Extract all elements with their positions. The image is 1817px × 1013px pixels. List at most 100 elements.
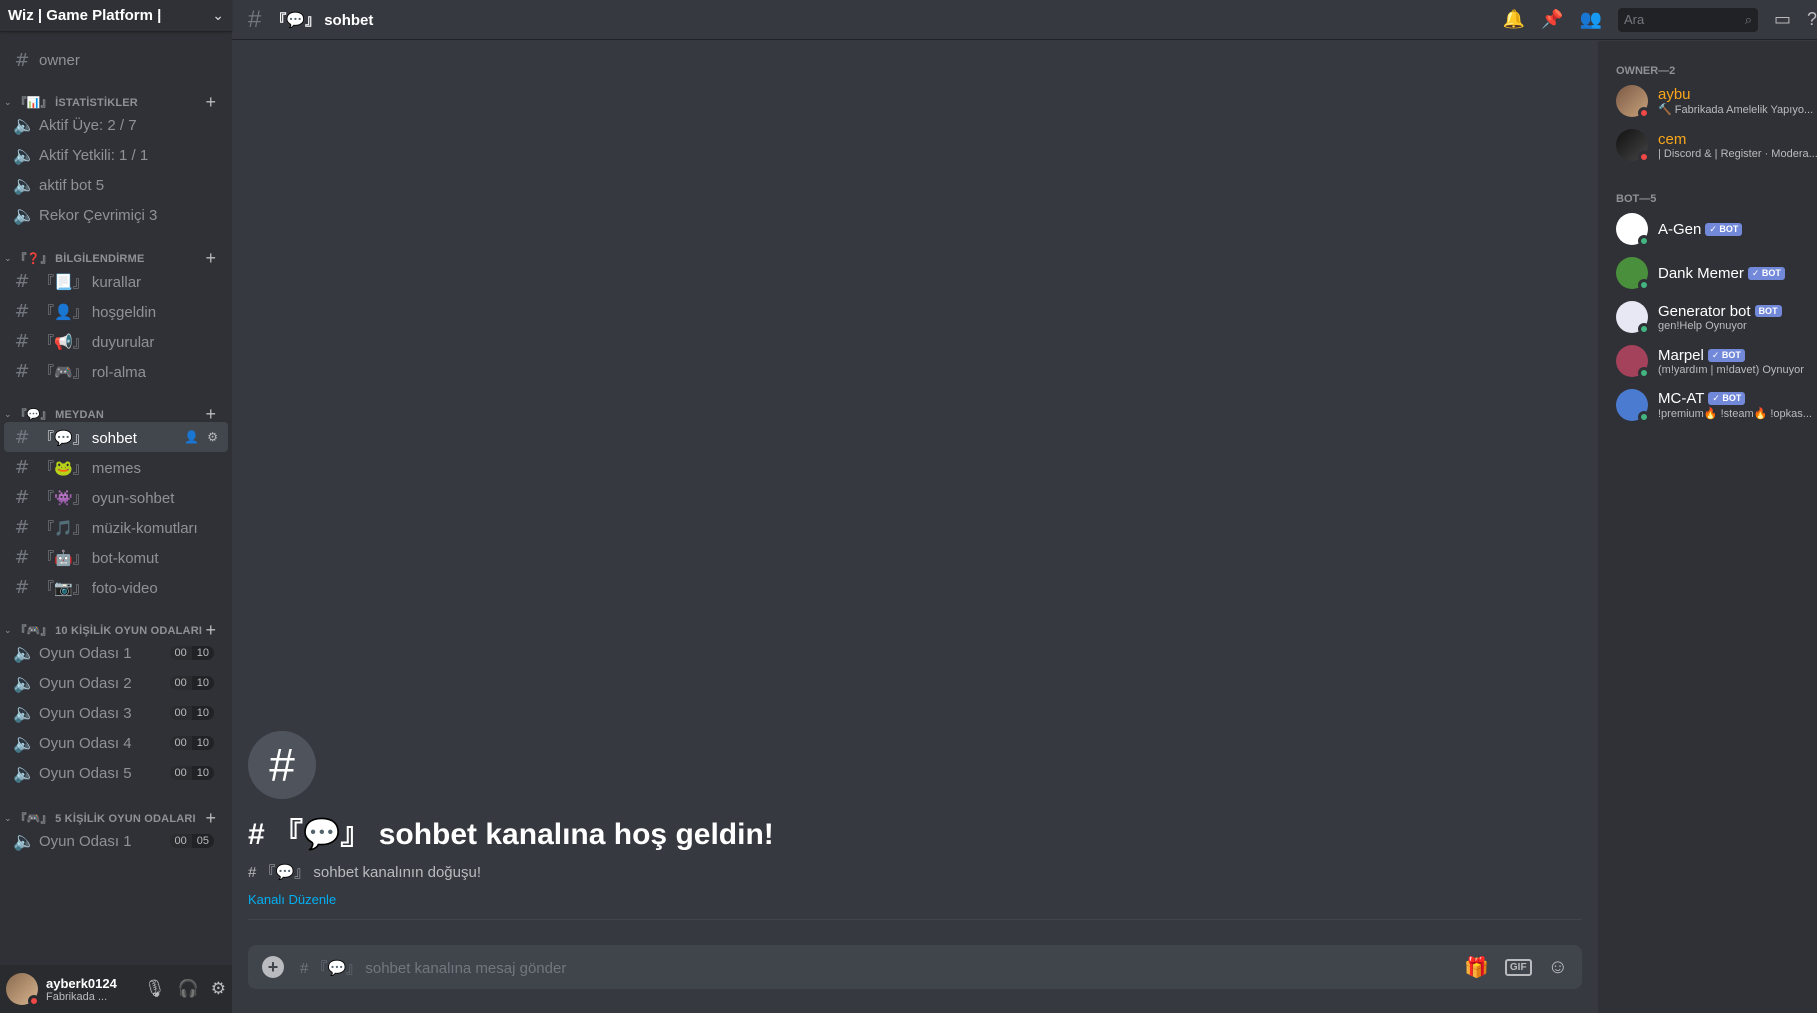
search-input[interactable]: Ara ⌕ <box>1617 7 1758 32</box>
members-icon[interactable]: 👥 <box>1580 9 1602 30</box>
voice-channel[interactable]: 🔈 Aktif Yetkili: 1 / 1 <box>4 140 228 170</box>
hashtag-icon: # <box>14 546 30 568</box>
status-online-icon <box>1638 323 1650 335</box>
hashtag-icon: # <box>14 330 30 352</box>
user-count: 00 <box>169 736 192 750</box>
avatar[interactable] <box>6 973 40 1007</box>
user-count: 00 <box>169 834 192 848</box>
user-count: 00 <box>169 706 192 720</box>
text-channel[interactable]: # 『🤖』 bot-komut <box>4 542 228 572</box>
voice-channel[interactable]: 🔈 Aktif Üye: 2 / 7 <box>4 110 228 140</box>
user-count: 00 <box>169 766 192 780</box>
channel-label: Oyun Odası 1 <box>39 832 132 850</box>
avatar <box>1616 129 1650 163</box>
channel-label: 『📷』 foto-video <box>39 579 158 597</box>
hashtag-icon: # <box>14 486 30 508</box>
gear-icon[interactable]: ⚙ <box>211 979 226 999</box>
member-activity: | Discord & | Register · Modera... <box>1658 147 1817 160</box>
voice-channel[interactable]: 🔈 Oyun Odası 2 00 10 <box>4 668 228 698</box>
voice-channel[interactable]: 🔈 Oyun Odası 1 00 10 <box>4 638 228 668</box>
caret-icon: ⌄ <box>4 408 12 419</box>
channel-label: Oyun Odası 5 <box>39 764 132 782</box>
caret-icon: ⌄ <box>4 624 12 635</box>
headphones-icon[interactable]: 🎧 <box>178 979 199 999</box>
member-list: OWNER—2 aybu 🔨 Fabrikada Amelelik Yapıyo.… <box>1598 41 1817 1013</box>
user-limit-badge: 00 10 <box>169 646 214 660</box>
text-channel[interactable]: # 『🎵』 müzik-komutları <box>4 512 228 542</box>
user-limit: 10 <box>191 676 214 690</box>
role-header-bot: BOT—5 <box>1616 193 1657 205</box>
channel-label: owner <box>39 51 80 69</box>
message-composer[interactable]: + # 『💬』 sohbet kanalına mesaj gönder 🎁 G… <box>248 945 1582 989</box>
edit-channel-link[interactable]: Kanalı Düzenle <box>248 892 336 907</box>
text-channel[interactable]: # 『📢』 duyurular <box>4 326 228 356</box>
member-activity: 🔨 Fabrikada Amelelik Yapıyo... <box>1658 104 1814 116</box>
member-item[interactable]: Marpel ✓ BOT (m!yardım | m!davet) Oynuyor <box>1616 341 1817 381</box>
category-10-kisilik[interactable]: ⌄ 『🎮』 10 KİŞİLİK OYUN ODALARI + <box>0 620 232 640</box>
member-item[interactable]: MC-AT ✓ BOT !premium🔥 !steam🔥 !opkas... <box>1616 385 1817 425</box>
channel-label: Oyun Odası 1 <box>39 644 132 662</box>
hashtag-icon: # <box>14 576 30 598</box>
voice-channel[interactable]: 🔈 Oyun Odası 1 00 05 <box>4 826 228 856</box>
text-channel[interactable]: # 『🐸』 memes <box>4 452 228 482</box>
channel-sidebar: Wiz | Game Platform | ⌄ # owner ⌄ 『📊』 İS… <box>0 0 232 1013</box>
inbox-icon[interactable]: ▭ <box>1774 9 1791 30</box>
speaker-icon: 🔈 <box>13 642 36 664</box>
voice-channel[interactable]: 🔈 Oyun Odası 5 00 10 <box>4 758 228 788</box>
avatar <box>1616 213 1650 247</box>
text-channel[interactable]: # 『👾』 oyun-sohbet <box>4 482 228 512</box>
message-input[interactable]: # 『💬』 sohbet kanalına mesaj gönder <box>300 957 1464 978</box>
category-bilgilendirme[interactable]: ⌄ 『❓』 BİLGİLENDİRME + <box>0 248 232 268</box>
gift-icon[interactable]: 🎁 <box>1464 955 1489 980</box>
gear-icon[interactable]: ⚙ <box>207 430 218 444</box>
category-label: 『📊』 İSTATİSTİKLER <box>15 97 138 109</box>
category-5-kisilik[interactable]: ⌄ 『🎮』 5 KİŞİLİK OYUN ODALARI + <box>0 808 232 828</box>
channel-label: Oyun Odası 2 <box>39 674 132 692</box>
channel-label: 『🎵』 müzik-komutları <box>39 519 198 537</box>
member-item[interactable]: A-Gen ✓ BOT <box>1616 209 1817 249</box>
channel-owner[interactable]: # owner <box>4 45 228 75</box>
voice-channel[interactable]: 🔈 Oyun Odası 4 00 10 <box>4 728 228 758</box>
text-channel[interactable]: # 『🎮』 rol-alma <box>4 356 228 386</box>
hashtag-icon: # <box>14 426 30 448</box>
chevron-down-icon[interactable]: ⌄ <box>212 7 224 24</box>
invite-icon[interactable]: 👤 <box>184 430 199 444</box>
pin-icon[interactable]: 📌 <box>1541 9 1563 30</box>
speaker-icon: 🔈 <box>13 762 36 784</box>
category-label: 『🎮』 10 KİŞİLİK OYUN ODALARI <box>15 625 203 637</box>
user-count: 00 <box>169 676 192 690</box>
text-channel[interactable]: # 『👤』 hoşgeldin <box>4 296 228 326</box>
member-item[interactable]: aybu 🔨 Fabrikada Amelelik Yapıyo... <box>1616 81 1817 121</box>
search-icon: ⌕ <box>1744 11 1752 27</box>
bot-badge: ✓ BOT <box>1747 266 1785 280</box>
text-channel[interactable]: # 『📷』 foto-video <box>4 572 228 602</box>
user-limit: 05 <box>191 834 214 848</box>
help-icon[interactable]: ? <box>1807 9 1817 30</box>
status-online-icon <box>1638 411 1650 423</box>
member-activity: !premium🔥 !steam🔥 !opkas... <box>1658 408 1812 420</box>
gif-button[interactable]: GIF <box>1504 958 1532 976</box>
member-item[interactable]: Generator bot BOT gen!Help Oynuyor <box>1616 297 1817 337</box>
category-meydan[interactable]: ⌄ 『💬』 MEYDAN + <box>0 404 232 424</box>
channel-label: 『🐸』 memes <box>39 459 142 477</box>
voice-channel[interactable]: 🔈 Rekor Çevrimiçi 3 <box>4 200 228 230</box>
channel-label: Rekor Çevrimiçi 3 <box>39 206 158 224</box>
bot-badge: BOT <box>1754 305 1782 317</box>
status-dnd-icon <box>28 995 40 1007</box>
channel-welcome: # # 『💬』 sohbet kanalına hoş geldin! # 『💬… <box>248 731 774 909</box>
text-channel[interactable]: # 『📃』 kurallar <box>4 266 228 296</box>
category-istatistikler[interactable]: ⌄ 『📊』 İSTATİSTİKLER + <box>0 92 232 112</box>
voice-channel[interactable]: 🔈 aktif bot 5 <box>4 170 228 200</box>
add-attachment-icon[interactable]: + <box>262 956 284 978</box>
member-item[interactable]: cem | Discord & | Register · Modera... <box>1616 125 1817 165</box>
bell-icon[interactable]: 🔔 <box>1503 9 1525 30</box>
guild-header[interactable]: Wiz | Game Platform | ⌄ <box>0 0 232 32</box>
channel-label: 『👤』 hoşgeldin <box>39 303 157 321</box>
emoji-icon[interactable]: ☺ <box>1548 956 1568 979</box>
text-channel-active[interactable]: # 『💬』 sohbet 👤 ⚙ <box>4 422 228 452</box>
microphone-icon[interactable]: 🎙 <box>144 979 166 999</box>
voice-channel[interactable]: 🔈 Oyun Odası 3 00 10 <box>4 698 228 728</box>
member-item[interactable]: Dank Memer ✓ BOT <box>1616 253 1817 293</box>
category-label: 『💬』 MEYDAN <box>15 409 104 421</box>
speaker-icon: 🔈 <box>13 114 36 136</box>
